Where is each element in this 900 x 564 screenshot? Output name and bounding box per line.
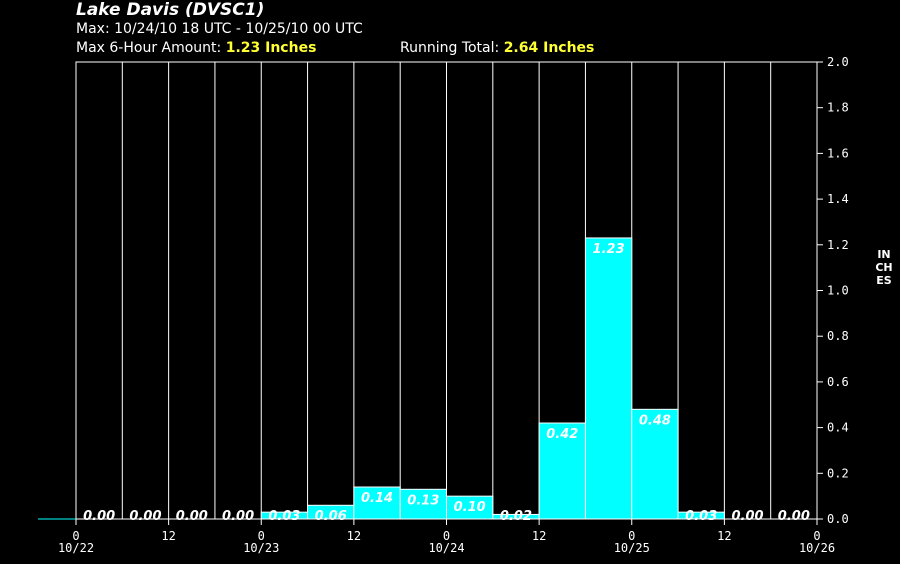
x-tick-date: 10/26 — [799, 541, 835, 555]
bar-value-label: 0.42 — [546, 427, 578, 442]
x-tick-date: 10/22 — [58, 541, 94, 555]
bar-value-label: 0.14 — [361, 491, 393, 506]
y-tick-label: 1.4 — [827, 192, 849, 206]
x-tick-date: 10/23 — [243, 541, 279, 555]
y-tick-label: 1.0 — [827, 284, 849, 298]
bar-value-label: 0.00 — [176, 509, 208, 524]
bar-value-label: 0.03 — [685, 509, 717, 524]
bar-value-label: 0.48 — [639, 413, 671, 428]
y-tick-label: 0.6 — [827, 375, 849, 389]
bar-value-label: 0.13 — [407, 493, 439, 508]
y-tick-label: 0.4 — [827, 421, 849, 435]
x-tick-hour: 12 — [532, 529, 546, 543]
y-tick-label: 1.2 — [827, 238, 849, 252]
bar-value-label: 0.00 — [83, 509, 115, 524]
x-tick-hour: 12 — [717, 529, 731, 543]
x-tick-hour: 12 — [347, 529, 361, 543]
x-tick-date: 10/25 — [614, 541, 650, 555]
y-tick-label: 0.0 — [827, 512, 849, 526]
x-tick-date: 10/24 — [428, 541, 464, 555]
bar-value-label: 0.00 — [222, 509, 254, 524]
y-tick-label: 1.8 — [827, 101, 849, 115]
y-tick-label: 0.2 — [827, 466, 849, 480]
y-tick-label: 2.0 — [827, 55, 849, 69]
x-tick-hour: 12 — [161, 529, 175, 543]
y-axis-label: INCHES — [875, 248, 893, 287]
precip-bar-chart: 0.00 0.00 0.00 0.00 0.03 0.060.14 0.13 0.100.02… — [38, 55, 849, 555]
bar — [584, 237, 633, 520]
bar-value-label: 0.00 — [778, 509, 810, 524]
bar-value-label: 0.00 — [731, 509, 763, 524]
y-tick-label: 1.6 — [827, 146, 849, 160]
bar-value-label: 0.10 — [454, 500, 486, 515]
bar-value-label: 0.06 — [315, 509, 347, 524]
y-tick-label: 0.8 — [827, 329, 849, 343]
bar-value-label: 0.00 — [129, 509, 161, 524]
bar-value-label: 0.03 — [268, 509, 300, 524]
bar-value-label: 1.23 — [593, 242, 625, 257]
bar-value-label: 0.02 — [500, 509, 532, 524]
